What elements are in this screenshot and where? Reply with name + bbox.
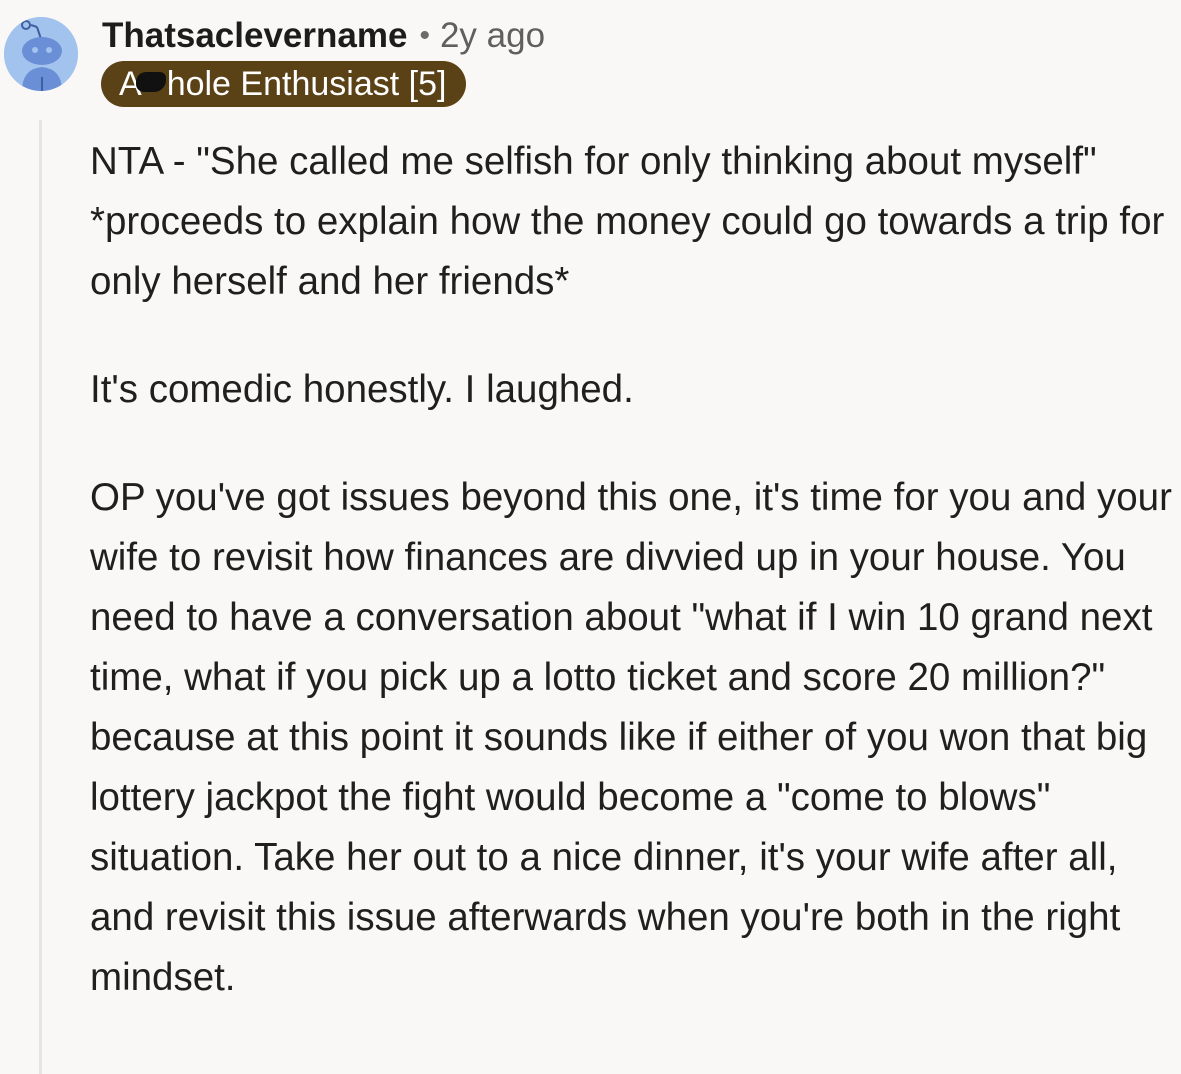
user-avatar[interactable]	[4, 17, 78, 91]
username-link[interactable]: Thatsaclevername	[102, 16, 407, 56]
redaction-mark	[135, 72, 166, 92]
comment-body: NTA - "She called me selfish for only th…	[90, 132, 1181, 1056]
user-flair-badge: Ahole Enthusiast [5]	[101, 61, 467, 107]
comment-paragraph: NTA - "She called me selfish for only th…	[90, 140, 1165, 303]
comment-paragraph: It's comedic honestly. I laughed.	[90, 368, 634, 411]
timestamp: 2y ago	[439, 16, 546, 55]
comment-paragraph: OP you've got issues beyond this one, it…	[90, 476, 1172, 999]
thread-line[interactable]	[39, 120, 42, 1074]
comment-header: Thatsaclevername • 2y ago	[102, 14, 545, 58]
flair-text-suffix: hole Enthusiast [5]	[166, 64, 447, 103]
separator-dot: •	[419, 19, 430, 52]
snoo-avatar-icon	[4, 17, 78, 91]
